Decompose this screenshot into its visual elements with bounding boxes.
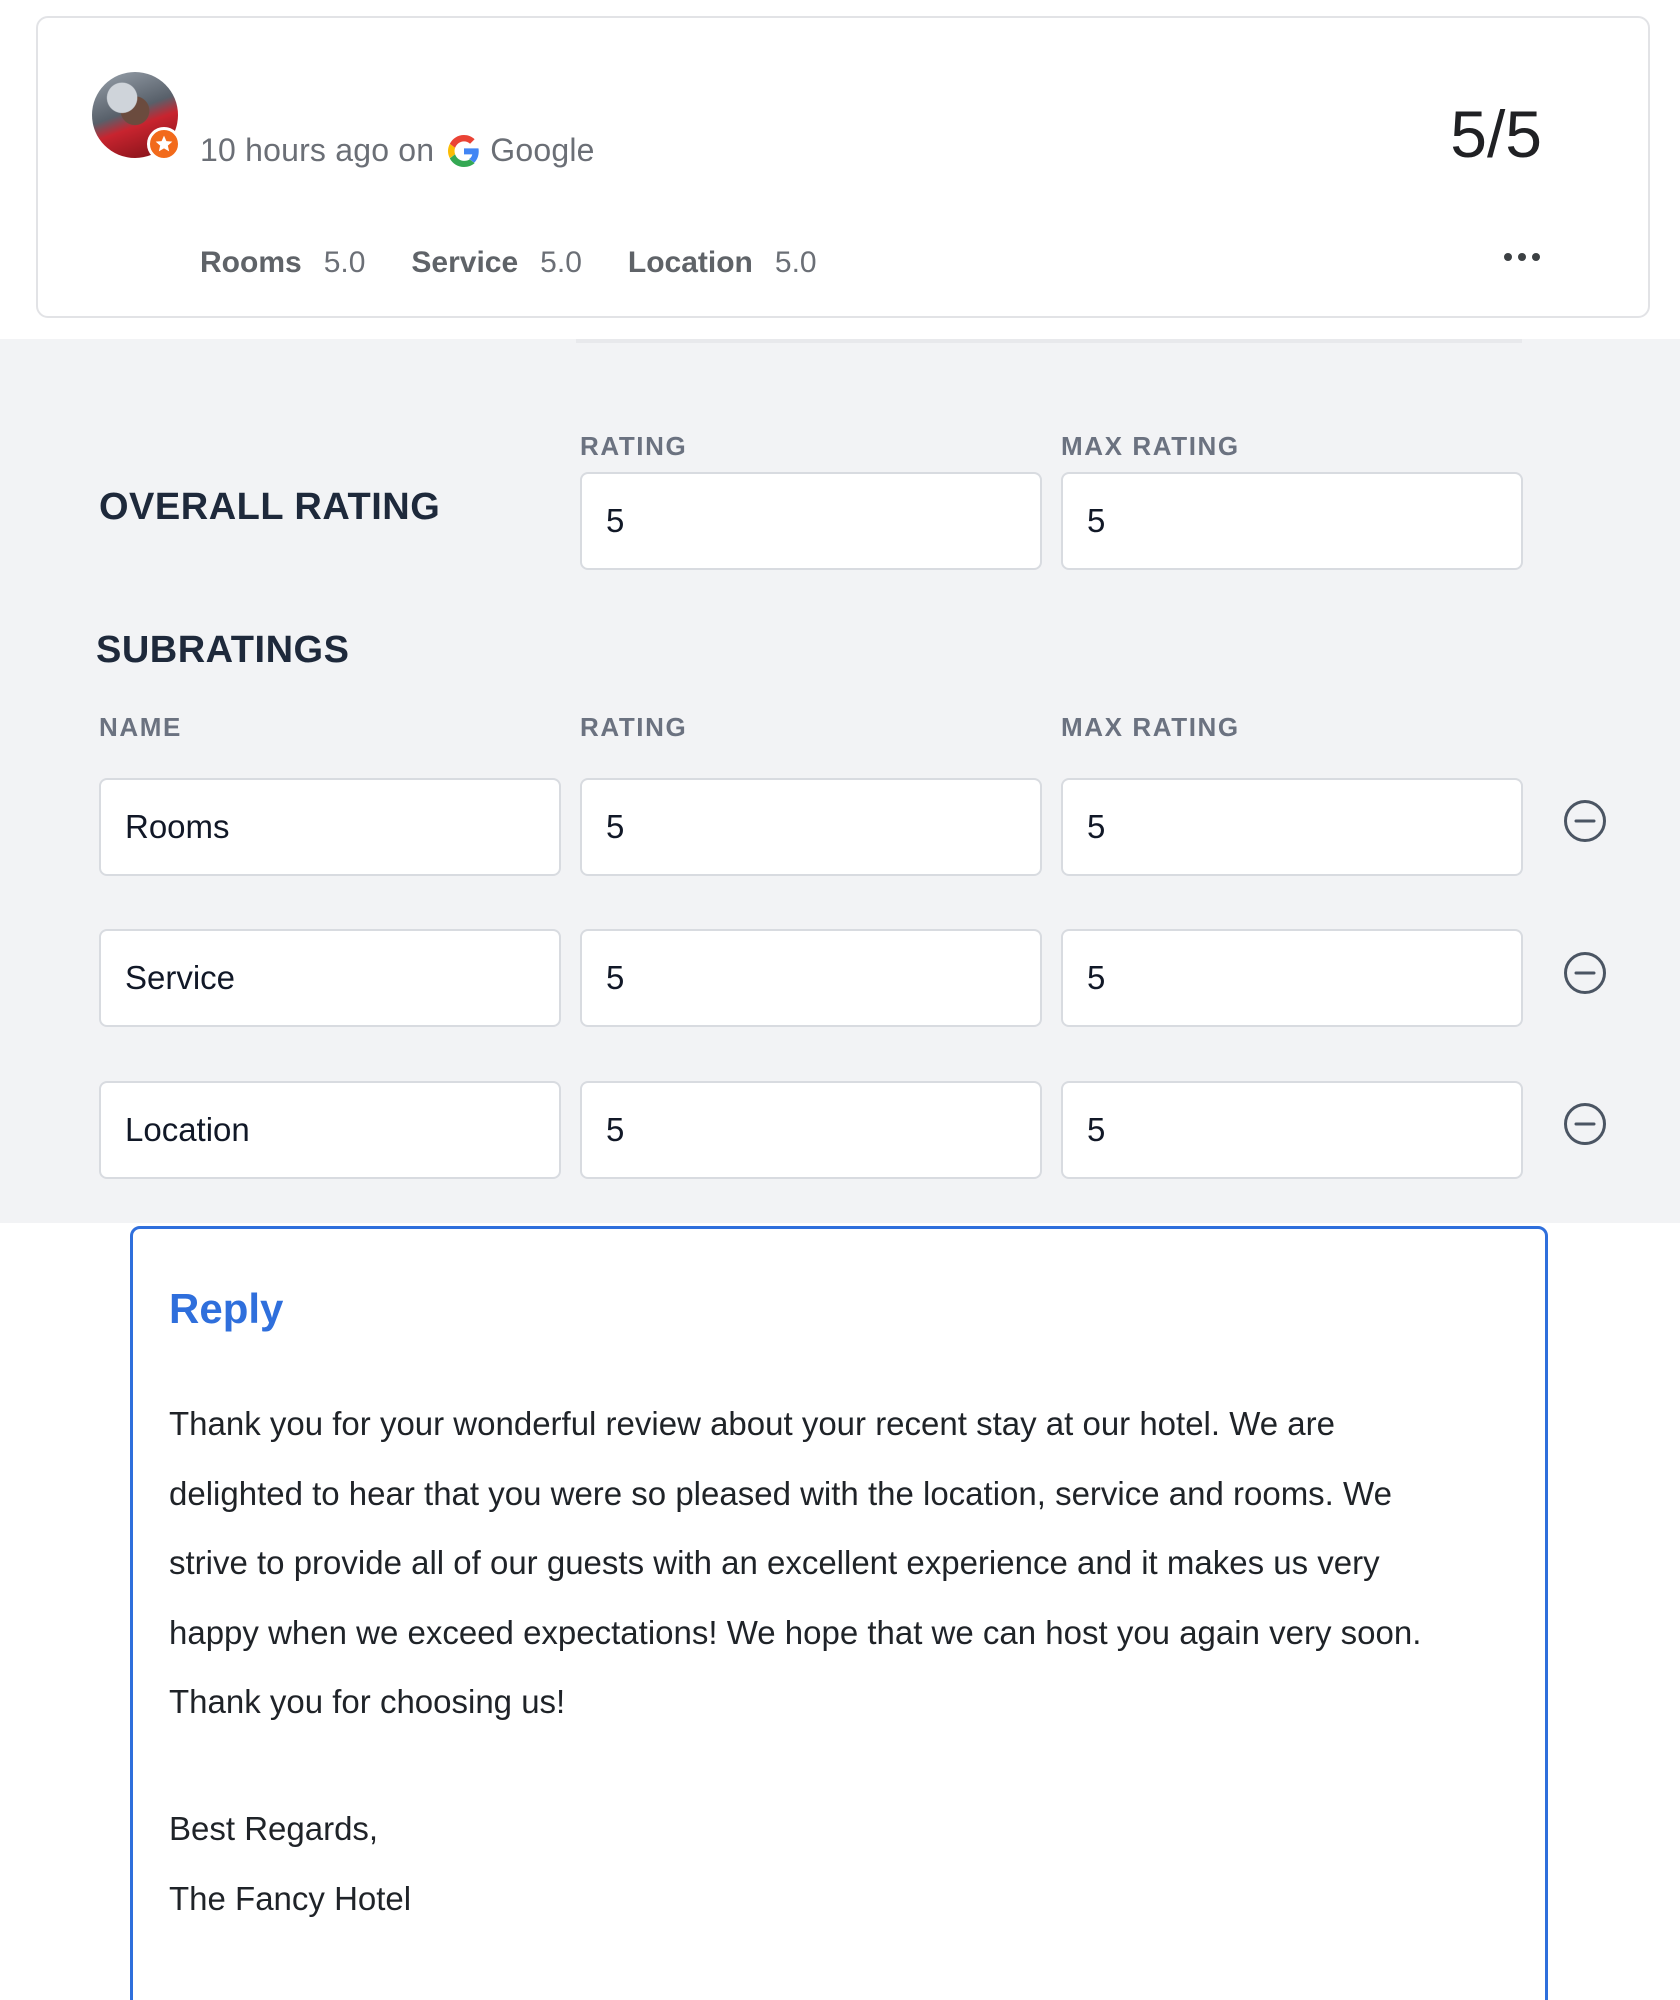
subrating-name-column-label: NAME	[99, 712, 182, 742]
review-time: 10 hours ago on	[200, 132, 435, 168]
subscore-name: Service	[411, 246, 519, 279]
subscore-name: Location	[627, 246, 753, 279]
google-icon	[448, 134, 480, 167]
reply-text[interactable]: Thank you for your wonderful review abou…	[169, 1389, 1509, 1737]
reply-line: Thank you for your wonderful review abou…	[169, 1405, 1335, 1442]
subrating-max-rating-input[interactable]	[1061, 1081, 1523, 1179]
reply-editor[interactable]: Reply Thank you for your wonderful revie…	[130, 1226, 1548, 2000]
overall-max-rating-input[interactable]	[1061, 472, 1523, 570]
review-card: 10 hours ago on Google 5/5 Rooms 5.0 Ser…	[36, 16, 1650, 318]
subrating-rating-column-label: RATING	[580, 712, 688, 742]
subrating-name-input[interactable]	[99, 1081, 561, 1179]
subscore-value: 5.0	[323, 246, 366, 279]
remove-subrating-icon[interactable]	[1562, 1101, 1608, 1147]
subrating-max-rating-input[interactable]	[1061, 929, 1523, 1027]
reply-title: Reply	[169, 1285, 284, 1332]
subrating-rating-input[interactable]	[580, 929, 1042, 1027]
reviewer-avatar[interactable]	[92, 72, 181, 161]
local-guide-star-icon	[147, 127, 181, 161]
more-options-icon[interactable]	[1502, 250, 1542, 264]
subscore-value: 5.0	[540, 246, 582, 279]
review-meta: 10 hours ago on Google	[200, 132, 595, 169]
subscore-value: 5.0	[774, 246, 817, 279]
review-source: Google	[490, 132, 595, 168]
overall-rating-input[interactable]	[580, 472, 1042, 570]
rating-editor: RATING MAX RATING OVERALL RATING SUBRATI…	[0, 339, 1680, 1223]
divider	[576, 339, 1522, 343]
review-score: 5/5	[1450, 97, 1542, 171]
overall-rating-column-label: RATING	[580, 431, 688, 461]
overall-max-rating-column-label: MAX RATING	[1061, 431, 1240, 461]
subrating-max-rating-column-label: MAX RATING	[1061, 712, 1240, 742]
subrating-rating-input[interactable]	[580, 1081, 1042, 1179]
reply-line: Thank you for choosing us!	[169, 1683, 566, 1720]
subratings-title: SUBRATINGS	[96, 629, 350, 671]
subscore-name: Rooms	[200, 246, 302, 279]
subrating-max-rating-input[interactable]	[1061, 778, 1523, 876]
reply-line: strive to provide all of our guests with…	[169, 1544, 1380, 1581]
remove-subrating-icon[interactable]	[1562, 798, 1608, 844]
reply-line: happy when we exceed expectations! We ho…	[169, 1613, 1422, 1651]
remove-subrating-icon[interactable]	[1562, 950, 1608, 996]
overall-rating-title: OVERALL RATING	[99, 486, 441, 528]
reply-signature: The Fancy Hotel	[169, 1880, 412, 1917]
review-subscores: Rooms 5.0 Service 5.0 Location 5.0	[200, 246, 863, 280]
subrating-rating-input[interactable]	[580, 778, 1042, 876]
reply-signoff: Best Regards,	[169, 1810, 379, 1847]
subrating-name-input[interactable]	[99, 778, 561, 876]
reply-line: delighted to hear that you were so pleas…	[169, 1474, 1392, 1512]
subrating-name-input[interactable]	[99, 929, 561, 1027]
